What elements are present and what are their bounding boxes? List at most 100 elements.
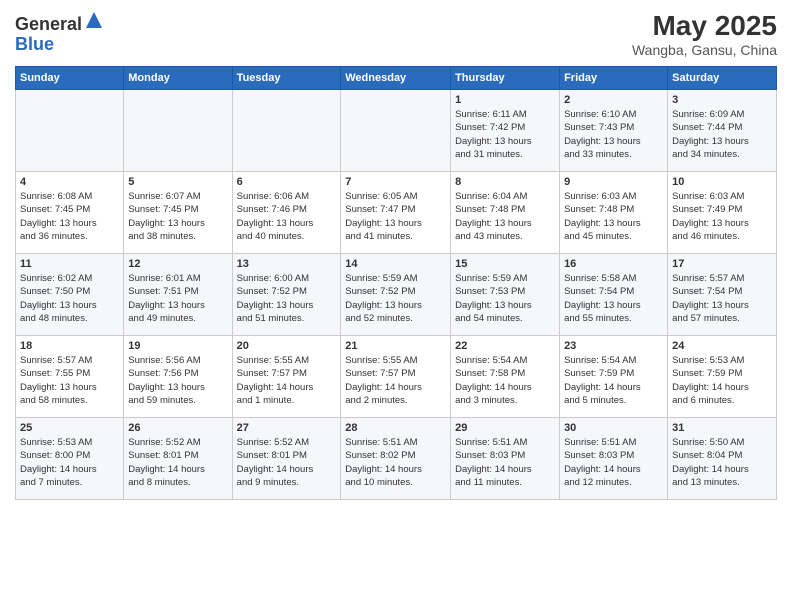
calendar-week-2: 4Sunrise: 6:08 AMSunset: 7:45 PMDaylight…	[16, 172, 777, 254]
day-number: 5	[128, 176, 227, 188]
calendar-cell: 14 Sunrise: 5:59 AMSunset: 7:52 PMDayligh…	[341, 254, 451, 336]
calendar-cell: 3 Sunrise: 6:09 AMSunset: 7:44 PMDaylight…	[668, 90, 777, 172]
calendar-cell: 27 Sunrise: 5:52 AMSunset: 8:01 PMDayligh…	[232, 418, 341, 500]
calendar-cell: 11 Sunrise: 6:02 AMSunset: 7:50 PMDayligh…	[16, 254, 124, 336]
day-number: 23	[564, 340, 663, 352]
day-info: Sunrise: 5:56 AMSunset: 7:56 PMDaylight:…	[128, 354, 227, 407]
day-info: Sunrise: 5:55 AMSunset: 7:57 PMDaylight:…	[237, 354, 337, 407]
calendar-cell: 21 Sunrise: 5:55 AMSunset: 7:57 PMDayligh…	[341, 336, 451, 418]
calendar-cell: 28 Sunrise: 5:51 AMSunset: 8:02 PMDayligh…	[341, 418, 451, 500]
calendar-cell: 31 Sunrise: 5:50 AMSunset: 8:04 PMDayligh…	[668, 418, 777, 500]
calendar-cell: 10 Sunrise: 6:03 AMSunset: 7:49 PMDayligh…	[668, 172, 777, 254]
col-tuesday: Tuesday	[232, 67, 341, 90]
page-container: General Blue May 2025 Wangba, Gansu, Chi…	[0, 0, 792, 612]
calendar-cell: 8Sunrise: 6:04 AMSunset: 7:48 PMDaylight…	[451, 172, 560, 254]
day-number: 14	[345, 258, 446, 270]
calendar-cell	[16, 90, 124, 172]
day-number: 26	[128, 422, 227, 434]
day-number: 1	[455, 94, 555, 106]
day-info: Sunrise: 5:53 AMSunset: 7:59 PMDaylight:…	[672, 354, 772, 407]
day-number: 31	[672, 422, 772, 434]
day-number: 10	[672, 176, 772, 188]
calendar-week-3: 11 Sunrise: 6:02 AMSunset: 7:50 PMDayligh…	[16, 254, 777, 336]
day-info: Sunrise: 6:08 AMSunset: 7:45 PMDaylight:…	[20, 190, 119, 243]
day-number: 13	[237, 258, 337, 270]
calendar-week-4: 18 Sunrise: 5:57 AMSunset: 7:55 PMDayligh…	[16, 336, 777, 418]
calendar-cell: 7 Sunrise: 6:05 AMSunset: 7:47 PMDaylight…	[341, 172, 451, 254]
col-friday: Friday	[560, 67, 668, 90]
day-number: 12	[128, 258, 227, 270]
calendar-cell	[124, 90, 232, 172]
calendar-cell: 20 Sunrise: 5:55 AMSunset: 7:57 PMDayligh…	[232, 336, 341, 418]
day-number: 22	[455, 340, 555, 352]
day-number: 21	[345, 340, 446, 352]
day-info: Sunrise: 5:53 AMSunset: 8:00 PMDaylight:…	[20, 436, 119, 489]
day-number: 20	[237, 340, 337, 352]
day-info: Sunrise: 6:02 AMSunset: 7:50 PMDaylight:…	[20, 272, 119, 325]
day-number: 27	[237, 422, 337, 434]
day-info: Sunrise: 5:59 AMSunset: 7:52 PMDaylight:…	[345, 272, 446, 325]
day-info: Sunrise: 6:09 AMSunset: 7:44 PMDaylight:…	[672, 108, 772, 161]
calendar-cell: 13 Sunrise: 6:00 AMSunset: 7:52 PMDayligh…	[232, 254, 341, 336]
calendar-week-1: 1 Sunrise: 6:11 AMSunset: 7:42 PMDaylight…	[16, 90, 777, 172]
calendar-header: Sunday Monday Tuesday Wednesday Thursday…	[16, 67, 777, 90]
day-number: 2	[564, 94, 663, 106]
day-info: Sunrise: 6:00 AMSunset: 7:52 PMDaylight:…	[237, 272, 337, 325]
calendar-cell: 23 Sunrise: 5:54 AMSunset: 7:59 PMDayligh…	[560, 336, 668, 418]
day-info: Sunrise: 5:51 AMSunset: 8:03 PMDaylight:…	[455, 436, 555, 489]
day-info: Sunrise: 5:57 AMSunset: 7:54 PMDaylight:…	[672, 272, 772, 325]
logo-icon	[84, 10, 104, 30]
day-number: 29	[455, 422, 555, 434]
calendar-cell: 25 Sunrise: 5:53 AMSunset: 8:00 PMDayligh…	[16, 418, 124, 500]
calendar-cell: 30 Sunrise: 5:51 AMSunset: 8:03 PMDayligh…	[560, 418, 668, 500]
day-info: Sunrise: 5:52 AMSunset: 8:01 PMDaylight:…	[237, 436, 337, 489]
calendar-cell: 26 Sunrise: 5:52 AMSunset: 8:01 PMDayligh…	[124, 418, 232, 500]
day-info: Sunrise: 5:50 AMSunset: 8:04 PMDaylight:…	[672, 436, 772, 489]
calendar-table: Sunday Monday Tuesday Wednesday Thursday…	[15, 66, 777, 500]
day-info: Sunrise: 5:59 AMSunset: 7:53 PMDaylight:…	[455, 272, 555, 325]
day-info: Sunrise: 6:03 AMSunset: 7:48 PMDaylight:…	[564, 190, 663, 243]
day-info: Sunrise: 6:01 AMSunset: 7:51 PMDaylight:…	[128, 272, 227, 325]
calendar-cell	[341, 90, 451, 172]
day-info: Sunrise: 6:07 AMSunset: 7:45 PMDaylight:…	[128, 190, 227, 243]
calendar-cell: 4Sunrise: 6:08 AMSunset: 7:45 PMDaylight…	[16, 172, 124, 254]
day-number: 28	[345, 422, 446, 434]
col-thursday: Thursday	[451, 67, 560, 90]
day-info: Sunrise: 6:03 AMSunset: 7:49 PMDaylight:…	[672, 190, 772, 243]
calendar-cell: 1 Sunrise: 6:11 AMSunset: 7:42 PMDaylight…	[451, 90, 560, 172]
day-number: 11	[20, 258, 119, 270]
calendar-week-5: 25 Sunrise: 5:53 AMSunset: 8:00 PMDayligh…	[16, 418, 777, 500]
day-number: 30	[564, 422, 663, 434]
day-info: Sunrise: 5:55 AMSunset: 7:57 PMDaylight:…	[345, 354, 446, 407]
month-title: May 2025	[632, 10, 777, 42]
day-info: Sunrise: 5:54 AMSunset: 7:59 PMDaylight:…	[564, 354, 663, 407]
calendar-cell	[232, 90, 341, 172]
calendar-cell: 18 Sunrise: 5:57 AMSunset: 7:55 PMDayligh…	[16, 336, 124, 418]
day-info: Sunrise: 5:51 AMSunset: 8:03 PMDaylight:…	[564, 436, 663, 489]
logo-general-text: General	[15, 14, 82, 34]
day-info: Sunrise: 5:52 AMSunset: 8:01 PMDaylight:…	[128, 436, 227, 489]
day-number: 6	[237, 176, 337, 188]
logo-blue-text: Blue	[15, 34, 54, 54]
day-info: Sunrise: 6:11 AMSunset: 7:42 PMDaylight:…	[455, 108, 555, 161]
day-number: 18	[20, 340, 119, 352]
day-number: 19	[128, 340, 227, 352]
calendar-cell: 15Sunrise: 5:59 AMSunset: 7:53 PMDayligh…	[451, 254, 560, 336]
day-info: Sunrise: 5:54 AMSunset: 7:58 PMDaylight:…	[455, 354, 555, 407]
day-number: 7	[345, 176, 446, 188]
col-saturday: Saturday	[668, 67, 777, 90]
day-number: 24	[672, 340, 772, 352]
day-info: Sunrise: 6:05 AMSunset: 7:47 PMDaylight:…	[345, 190, 446, 243]
location: Wangba, Gansu, China	[632, 42, 777, 58]
day-number: 16	[564, 258, 663, 270]
day-info: Sunrise: 5:51 AMSunset: 8:02 PMDaylight:…	[345, 436, 446, 489]
day-number: 17	[672, 258, 772, 270]
day-info: Sunrise: 5:57 AMSunset: 7:55 PMDaylight:…	[20, 354, 119, 407]
day-number: 3	[672, 94, 772, 106]
calendar-cell: 2 Sunrise: 6:10 AMSunset: 7:43 PMDaylight…	[560, 90, 668, 172]
day-info: Sunrise: 6:06 AMSunset: 7:46 PMDaylight:…	[237, 190, 337, 243]
day-info: Sunrise: 5:58 AMSunset: 7:54 PMDaylight:…	[564, 272, 663, 325]
title-block: May 2025 Wangba, Gansu, China	[632, 10, 777, 58]
day-number: 25	[20, 422, 119, 434]
day-info: Sunrise: 6:10 AMSunset: 7:43 PMDaylight:…	[564, 108, 663, 161]
